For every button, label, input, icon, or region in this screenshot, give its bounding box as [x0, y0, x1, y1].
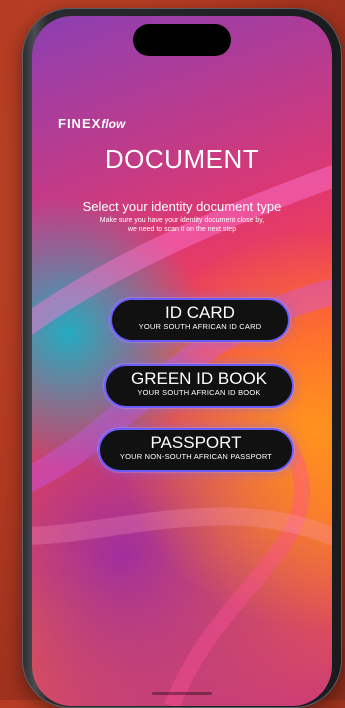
brand-logo: FINEXflow: [58, 116, 125, 131]
app-screen: FINEXflow DOCUMENT Select your identity …: [32, 16, 332, 706]
page-subtitle: Select your identity document type: [82, 199, 282, 214]
green-id-book-label: GREEN ID BOOK: [130, 369, 268, 388]
passport-button[interactable]: PASSPORT YOUR NON-SOUTH AFRICAN PASSPORT: [98, 428, 294, 472]
camera-notch: [133, 24, 231, 56]
green-id-book-caption: YOUR SOUTH AFRICAN ID BOOK: [137, 388, 261, 397]
instruction-text: Make sure you have your identity documen…: [72, 216, 292, 234]
green-id-book-button[interactable]: GREEN ID BOOK YOUR SOUTH AFRICAN ID BOOK: [104, 364, 294, 408]
passport-label: PASSPORT: [150, 433, 242, 452]
brand-suffix: flow: [101, 117, 126, 131]
id-card-button[interactable]: ID CARD YOUR SOUTH AFRICAN ID CARD: [110, 298, 290, 342]
brand-name: FINEX: [58, 116, 102, 131]
instruction-line-2: we need to scan it on the next step: [127, 226, 237, 233]
instruction-line-1: Make sure you have your identity documen…: [99, 217, 265, 224]
passport-caption: YOUR NON-SOUTH AFRICAN PASSPORT: [119, 452, 273, 461]
page-title: DOCUMENT: [104, 144, 260, 174]
home-indicator: [152, 692, 212, 695]
id-card-caption: YOUR SOUTH AFRICAN ID CARD: [138, 322, 262, 331]
id-card-label: ID CARD: [165, 303, 235, 322]
